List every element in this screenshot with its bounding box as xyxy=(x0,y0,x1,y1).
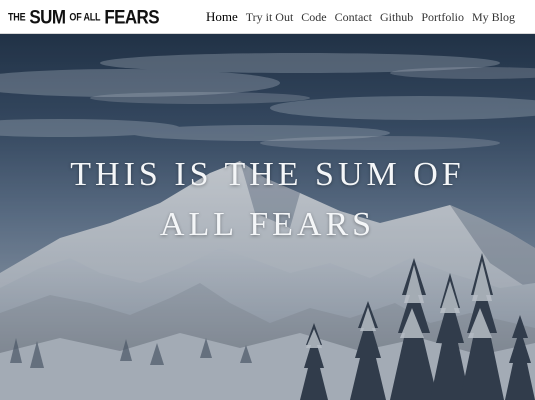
nav-link-contact[interactable]: Contact xyxy=(335,10,372,24)
nav-menu: Home Try it Out Code Contact Github Port… xyxy=(206,0,515,33)
nav-link-portfolio[interactable]: Portfolio xyxy=(421,10,464,24)
brand-logo-part: THE xyxy=(8,10,26,24)
navbar: THE SUM OF ALL FEARS Home Try it Out Cod… xyxy=(0,0,535,34)
brand-logo-part: OF ALL xyxy=(69,10,101,24)
nav-link-home[interactable]: Home xyxy=(206,9,238,24)
hero-section: This is the Sum of All Fears xyxy=(0,33,535,400)
brand-logo[interactable]: THE SUM OF ALL FEARS xyxy=(8,6,160,28)
page: THE SUM OF ALL FEARS Home Try it Out Cod… xyxy=(0,0,535,400)
nav-link-code[interactable]: Code xyxy=(301,10,326,24)
nav-link-try-it-out[interactable]: Try it Out xyxy=(246,10,294,24)
brand-logo-part: SUM xyxy=(29,6,66,28)
nav-link-my-blog[interactable]: My Blog xyxy=(472,10,515,24)
brand-logo-part: FEARS xyxy=(104,6,159,28)
nav-link-github[interactable]: Github xyxy=(380,10,413,24)
hero-title-line-1: This is the Sum of xyxy=(70,156,465,193)
hero-title-line-2: All Fears xyxy=(159,206,376,243)
hero-title: This is the Sum of All Fears xyxy=(0,150,535,250)
